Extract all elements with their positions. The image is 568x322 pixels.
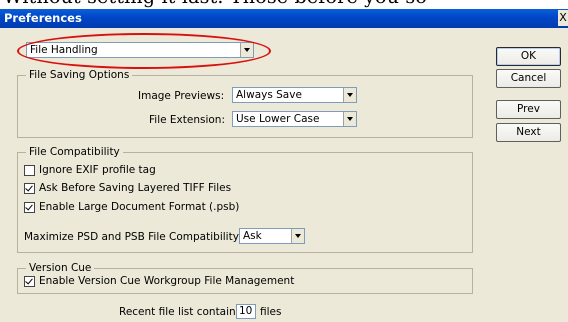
ask-before-saving-tiff-checkbox[interactable]: Ask Before Saving Layered TIFF Files [24, 182, 231, 194]
checkbox-checked-icon[interactable] [24, 275, 35, 287]
enable-version-cue-label: Enable Version Cue Workgroup File Manage… [39, 275, 295, 287]
recent-file-count-input[interactable]: 10 [236, 304, 256, 319]
checkbox-checked-icon[interactable] [24, 182, 35, 194]
file-extension-label: File Extension: [149, 114, 225, 126]
title-bar[interactable]: Preferences X [0, 9, 568, 28]
maximize-compatibility-label: Maximize PSD and PSB File Compatibility: [24, 231, 242, 243]
image-previews-label: Image Previews: [138, 90, 225, 102]
checkbox-checked-icon[interactable] [24, 201, 35, 213]
file-saving-options-group: File Saving Options [17, 69, 473, 138]
file-extension-value: Use Lower Case [236, 113, 320, 125]
enable-version-cue-checkbox[interactable]: Enable Version Cue Workgroup File Manage… [24, 275, 294, 287]
recent-file-suffix: files [260, 306, 282, 318]
ask-before-saving-tiff-label: Ask Before Saving Layered TIFF Files [39, 182, 232, 194]
ignore-exif-checkbox[interactable]: Ignore EXIF profile tag [24, 164, 156, 176]
prev-button[interactable]: Prev [496, 100, 561, 119]
preferences-panel: File Handling File Saving Options Image … [13, 33, 479, 322]
background-caption: Without setting it last. Those before yo… [3, 0, 427, 8]
ok-button[interactable]: OK [496, 47, 561, 66]
recent-file-list-label: Recent file list contains: [119, 306, 245, 318]
chevron-down-icon[interactable] [240, 43, 253, 57]
preferences-dialog: Preferences X File Handling File Saving … [0, 9, 568, 322]
enable-large-document-label: Enable Large Document Format (.psb) [39, 201, 240, 213]
chevron-down-icon[interactable] [343, 112, 356, 126]
file-saving-options-legend: File Saving Options [29, 69, 130, 81]
enable-large-document-checkbox[interactable]: Enable Large Document Format (.psb) [24, 201, 239, 213]
section-select[interactable]: File Handling [26, 42, 254, 58]
image-previews-value: Always Save [236, 89, 302, 101]
maximize-compatibility-value: Ask [243, 230, 262, 242]
next-button[interactable]: Next [496, 123, 561, 142]
background-caption-strip: Without setting it last. Those before yo… [0, 0, 568, 9]
section-select-value: File Handling [30, 44, 98, 56]
file-extension-select[interactable]: Use Lower Case [232, 111, 357, 127]
close-icon[interactable]: X [558, 10, 568, 26]
cancel-button[interactable]: Cancel [496, 69, 561, 88]
maximize-compatibility-select[interactable]: Ask [239, 228, 305, 244]
image-previews-select[interactable]: Always Save [232, 87, 357, 103]
version-cue-legend: Version Cue [29, 262, 92, 274]
chevron-down-icon[interactable] [343, 88, 356, 102]
checkbox-unchecked-icon[interactable] [24, 164, 35, 176]
window-title: Preferences [4, 11, 82, 25]
file-compatibility-legend: File Compatibility [29, 146, 120, 158]
chevron-down-icon[interactable] [291, 229, 304, 243]
ignore-exif-label: Ignore EXIF profile tag [39, 164, 156, 176]
